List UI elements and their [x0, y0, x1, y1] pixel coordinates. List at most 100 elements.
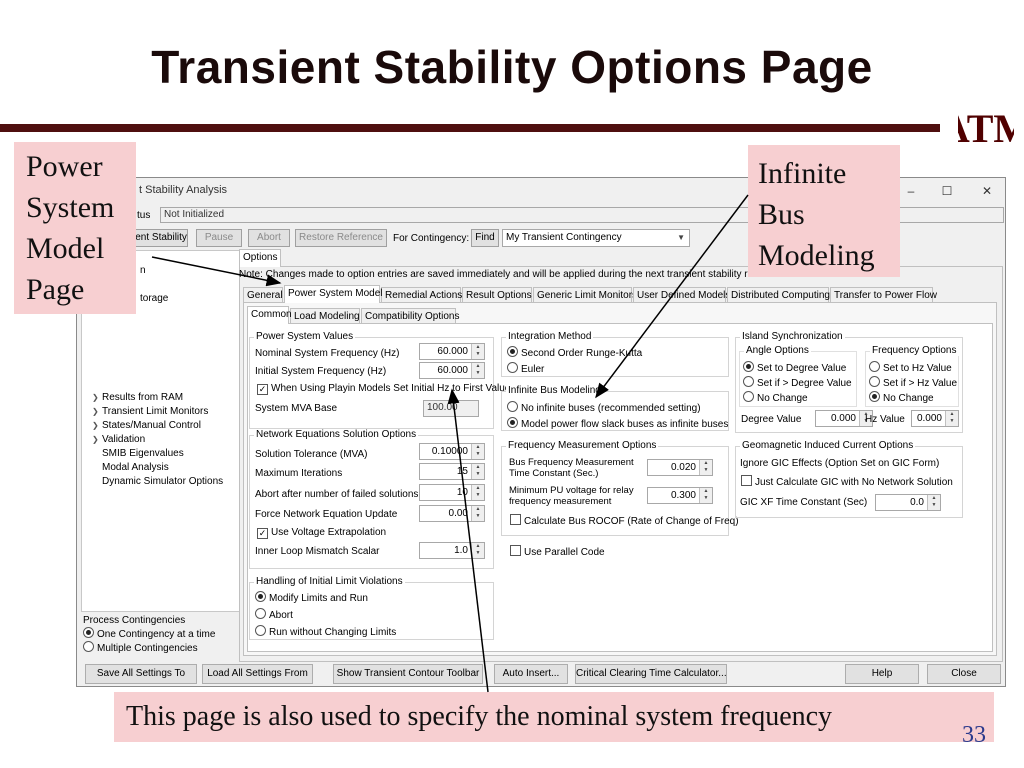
solution-tolerance-input[interactable]: 0.10000 ▲ ▼: [419, 443, 485, 460]
minimize-icon[interactable]: –: [903, 184, 919, 198]
auto-insert-button[interactable]: Auto Insert...: [494, 664, 568, 684]
tree-item[interactable]: torage: [140, 293, 168, 304]
tab-transfer-to-power-flow[interactable]: Transfer to Power Flow: [830, 287, 937, 303]
group-title: Infinite Bus Modeling: [506, 385, 603, 396]
checkbox-box: [510, 545, 521, 556]
nominal-frequency-input[interactable]: 60.000 ▲ ▼: [419, 343, 485, 360]
spinner-icon[interactable]: ▲ ▼: [471, 543, 484, 558]
tab-distributed-computing[interactable]: Distributed Computing: [727, 287, 830, 303]
group-title: Geomagnetic Induced Current Options: [740, 440, 916, 451]
one-contingency-radio[interactable]: One Contingency at a time: [83, 627, 215, 641]
tree-item[interactable]: Dynamic Simulator Options: [102, 476, 223, 487]
radio-label: Run without Changing Limits: [269, 627, 397, 638]
radio-dot: [743, 391, 754, 402]
parallel-code-checkbox[interactable]: Use Parallel Code: [510, 545, 605, 559]
run-transient-stability-button[interactable]: ient Stability: [132, 229, 188, 247]
just-calculate-gic-checkbox[interactable]: Just Calculate GIC with No Network Solut…: [741, 475, 953, 489]
chevron-down-icon: ▼: [677, 233, 685, 242]
radio-label: Second Order Runge-Kutta: [521, 348, 643, 359]
tree-item[interactable]: SMIB Eigenvalues: [102, 448, 184, 459]
restore-reference-button[interactable]: Restore Reference: [295, 229, 387, 247]
hz-value-input[interactable]: 0.000 ▲ ▼: [911, 410, 959, 427]
maximize-icon[interactable]: ☐: [939, 184, 955, 198]
gic-xf-input[interactable]: 0.0 ▲ ▼: [875, 494, 941, 511]
tab-generic-limit-monitors[interactable]: Generic Limit Monitors: [533, 287, 637, 303]
subtab-load-modeling[interactable]: Load Modeling: [290, 308, 360, 324]
inner-loop-input[interactable]: 1.0 ▲ ▼: [419, 542, 485, 559]
run-without-changing-radio[interactable]: Run without Changing Limits: [255, 625, 396, 639]
spinner-icon[interactable]: ▲ ▼: [471, 464, 484, 479]
tab-options[interactable]: Options: [239, 249, 282, 267]
chevron-right-icon[interactable]: ❯: [92, 393, 102, 402]
subtab-common[interactable]: Common: [247, 306, 292, 324]
tab-general[interactable]: General: [243, 287, 283, 303]
spinner-icon[interactable]: ▲ ▼: [699, 488, 712, 503]
radio-dot: [507, 401, 518, 412]
radio-label: Model power flow slack buses as infinite…: [521, 419, 729, 430]
show-contour-toolbar-button[interactable]: Show Transient Contour Toolbar: [333, 664, 483, 684]
radio-label: No Change: [883, 393, 934, 404]
spinner-icon[interactable]: ▲ ▼: [471, 363, 484, 378]
modify-limits-radio[interactable]: Modify Limits and Run: [255, 591, 368, 605]
spinner-icon[interactable]: ▲ ▼: [927, 495, 940, 510]
save-all-settings-button[interactable]: Save All Settings To: [85, 664, 197, 684]
tab-user-defined-models[interactable]: User Defined Models: [633, 287, 730, 303]
tree-item[interactable]: n: [140, 265, 146, 276]
close-icon[interactable]: ✕: [979, 184, 995, 198]
playin-initial-hz-checkbox[interactable]: ✓ When Using Playin Models Set Initial Hz…: [257, 383, 510, 395]
set-if-degree-radio[interactable]: Set if > Degree Value: [743, 376, 852, 390]
tree-item[interactable]: ❯ Transient Limit Monitors: [92, 406, 208, 417]
abort-failed-input[interactable]: 10 ▲ ▼: [419, 484, 485, 501]
subtab-compatibility-options[interactable]: Compatibility Options: [361, 308, 459, 324]
close-button[interactable]: Close: [927, 664, 1001, 684]
bus-frequency-input[interactable]: 0.020 ▲ ▼: [647, 459, 713, 476]
set-to-hz-radio[interactable]: Set to Hz Value: [869, 361, 952, 375]
spinner-icon[interactable]: ▲ ▼: [471, 506, 484, 521]
spinner-icon[interactable]: ▲ ▼: [945, 411, 958, 426]
no-infinite-buses-radio[interactable]: No infinite buses (recommended setting): [507, 401, 701, 415]
tree-item-label: States/Manual Control: [102, 420, 201, 431]
voltage-extrapolation-checkbox[interactable]: ✓ Use Voltage Extrapolation: [257, 527, 386, 539]
tree-item-label: Modal Analysis: [102, 462, 169, 473]
label-line: Time Constant (Sec.): [509, 468, 599, 479]
spinner-icon[interactable]: ▲ ▼: [699, 460, 712, 475]
multiple-contingencies-radio[interactable]: Multiple Contingencies: [83, 641, 198, 655]
critical-clearing-time-button[interactable]: Critical Clearing Time Calculator...: [575, 664, 727, 684]
tree-item[interactable]: ❯ States/Manual Control: [92, 420, 201, 431]
initial-frequency-input[interactable]: 60.000 ▲ ▼: [419, 362, 485, 379]
frequency-no-change-radio[interactable]: No Change: [869, 391, 934, 405]
tab-result-options[interactable]: Result Options: [462, 287, 532, 303]
set-to-degree-radio[interactable]: Set to Degree Value: [743, 361, 846, 375]
abort-failed-label: Abort after number of failed solutions: [255, 489, 419, 500]
min-pu-voltage-input[interactable]: 0.300 ▲ ▼: [647, 487, 713, 504]
pause-button[interactable]: Pause: [196, 229, 242, 247]
bus-rocof-checkbox[interactable]: Calculate Bus ROCOF (Rate of Change of F…: [510, 514, 739, 528]
runge-kutta-radio[interactable]: Second Order Runge-Kutta: [507, 346, 642, 360]
tree-item[interactable]: ❯ Results from RAM: [92, 392, 183, 403]
set-if-hz-radio[interactable]: Set if > Hz Value: [869, 376, 957, 390]
group-title: Power System Values: [254, 331, 356, 342]
tab-remedial-actions[interactable]: Remedial Actions: [381, 287, 462, 303]
help-button[interactable]: Help: [845, 664, 919, 684]
checkbox-label: Calculate Bus ROCOF (Rate of Change of F…: [524, 516, 739, 527]
slack-infinite-buses-radio[interactable]: Model power flow slack buses as infinite…: [507, 417, 728, 431]
force-update-input[interactable]: 0.00 ▲ ▼: [419, 505, 485, 522]
abort-button[interactable]: Abort: [248, 229, 290, 247]
chevron-right-icon[interactable]: ❯: [92, 435, 102, 444]
radio-dot: [255, 608, 266, 619]
angle-no-change-radio[interactable]: No Change: [743, 391, 808, 405]
load-all-settings-button[interactable]: Load All Settings From: [202, 664, 313, 684]
chevron-right-icon[interactable]: ❯: [92, 407, 102, 416]
spinner-icon[interactable]: ▲ ▼: [471, 485, 484, 500]
tree-item[interactable]: Modal Analysis: [102, 462, 169, 473]
spinner-icon[interactable]: ▲ ▼: [471, 344, 484, 359]
tab-power-system-model[interactable]: Power System Model: [284, 285, 382, 303]
abort-radio[interactable]: Abort: [255, 608, 293, 622]
chevron-right-icon[interactable]: ❯: [92, 421, 102, 430]
max-iterations-input[interactable]: 15 ▲ ▼: [419, 463, 485, 480]
euler-radio[interactable]: Euler: [507, 362, 544, 376]
tree-item[interactable]: ❯ Validation: [92, 434, 145, 445]
spinner-icon[interactable]: ▲ ▼: [471, 444, 484, 459]
contingency-select[interactable]: My Transient Contingency ▼: [502, 229, 690, 247]
find-button[interactable]: Find: [471, 229, 499, 247]
